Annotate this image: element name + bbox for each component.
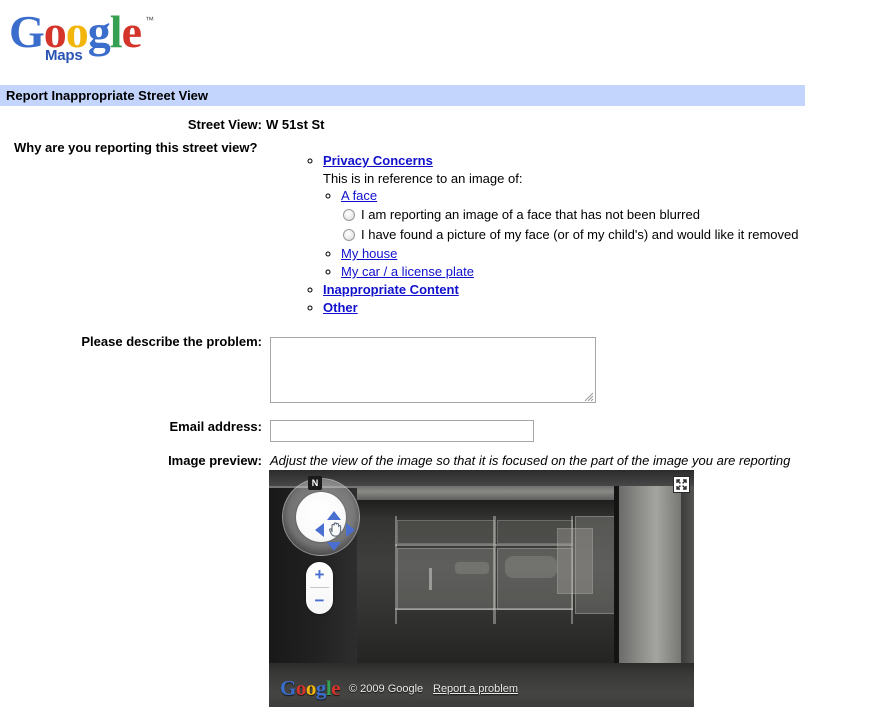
email-address-input[interactable]	[270, 420, 534, 442]
scene-mullion-bottom	[395, 608, 573, 610]
street-view-label: Street View:	[187, 117, 262, 132]
pan-disc[interactable]	[296, 492, 355, 551]
street-view-value: W 51st St	[266, 117, 325, 132]
radio-row-my-face-removal[interactable]: I have found a picture of my face (or of…	[343, 225, 865, 245]
page-title: Report Inappropriate Street View	[6, 88, 209, 103]
image-preview-hint: Adjust the view of the image so that it …	[270, 453, 791, 468]
reason-item-my-car: My car / a license plate	[341, 263, 865, 281]
pan-down-arrow-icon[interactable]	[327, 542, 341, 551]
google-maps-logo: Google ™ Maps	[9, 9, 169, 71]
pan-left-arrow-icon[interactable]	[315, 523, 324, 537]
logo-letter-g1: G	[9, 6, 45, 57]
scene-door-handle	[429, 568, 432, 590]
scene-pillar	[619, 486, 681, 691]
reason-item-inappropriate: Inappropriate Content	[323, 281, 865, 299]
reason-item-other: Other	[323, 299, 865, 317]
scene-glass-transom-1	[397, 520, 495, 544]
reason-link-my-house[interactable]: My house	[341, 246, 397, 261]
page-header-bar: Report Inappropriate Street View	[0, 85, 805, 106]
image-preview-label: Image preview:	[168, 453, 262, 468]
privacy-sub-list: A face I am reporting an image of a face…	[323, 187, 865, 281]
pan-up-arrow-icon[interactable]	[327, 511, 341, 520]
logo-letter-l: l	[109, 6, 123, 57]
reason-list: Privacy Concerns This is in reference to…	[305, 152, 865, 317]
scene-poster	[557, 528, 593, 594]
scene-reflection-car	[505, 556, 557, 578]
copyright-text: © 2009 Google	[349, 683, 424, 695]
logo-letter-g2: g	[87, 6, 111, 57]
fullscreen-button[interactable]	[673, 476, 690, 493]
zoom-control[interactable]: + −	[306, 562, 333, 614]
logo-letter-e: e	[121, 6, 142, 57]
reason-item-privacy: Privacy Concerns This is in reference to…	[323, 152, 865, 281]
reason-link-a-face[interactable]: A face	[341, 188, 377, 203]
reason-item-my-house: My house	[341, 245, 865, 263]
compass-north-icon: N	[308, 476, 322, 490]
viewer-attribution-bar: Google © 2009 Google Report a problem	[269, 678, 694, 702]
reason-link-other[interactable]: Other	[323, 300, 358, 315]
street-view-viewer[interactable]: N + − Google © 2009 Google Report a prob…	[269, 470, 694, 707]
radio-label-face-not-blurred: I am reporting an image of a face that h…	[361, 207, 700, 222]
hand-glyph	[329, 522, 342, 537]
watermark-letter-e: e	[331, 676, 341, 700]
reason-link-my-car-license-plate[interactable]: My car / a license plate	[341, 264, 474, 279]
radio-row-face-not-blurred[interactable]: I am reporting an image of a face that h…	[343, 205, 865, 225]
reason-item-a-face: A face	[341, 187, 865, 205]
reason-link-inappropriate-content[interactable]: Inappropriate Content	[323, 282, 459, 297]
describe-problem-input[interactable]	[270, 337, 596, 403]
scene-glass-door-left	[397, 548, 495, 610]
face-option-row-1: I am reporting an image of a face that h…	[337, 205, 865, 225]
radio-my-face-removal[interactable]	[343, 229, 355, 241]
watermark-letter-o2: o	[305, 676, 317, 700]
email-address-label: Email address:	[169, 419, 263, 434]
trademark-symbol: ™	[145, 15, 154, 25]
zoom-out-button[interactable]: −	[306, 588, 333, 613]
reference-text: This is in reference to an image of:	[323, 171, 523, 186]
watermark-letter-o1: o	[295, 676, 307, 700]
scene-reflection-glare	[455, 562, 489, 574]
google-watermark: Google	[280, 676, 341, 700]
maps-wordmark: Maps	[45, 47, 83, 64]
reason-top-list: Privacy Concerns This is in reference to…	[305, 152, 865, 317]
pan-control[interactable]: N	[282, 476, 360, 556]
watermark-letter-g2: g	[315, 676, 327, 700]
pan-right-arrow-icon[interactable]	[346, 523, 355, 537]
describe-problem-label: Please describe the problem:	[81, 334, 262, 349]
pan-hand-icon[interactable]	[326, 520, 345, 540]
radio-label-my-face-removal: I have found a picture of my face (or of…	[361, 227, 799, 242]
scene-mullion-mid	[395, 544, 573, 546]
radio-face-not-blurred[interactable]	[343, 209, 355, 221]
reporting-question: Why are you reporting this street view?	[14, 140, 258, 155]
expand-icon	[676, 479, 687, 490]
street-view-label-wrap: Street View:	[0, 117, 262, 132]
watermark-letter-g1: G	[280, 676, 296, 700]
face-option-row-2: I have found a picture of my face (or of…	[337, 225, 865, 245]
reason-link-privacy-concerns[interactable]: Privacy Concerns	[323, 153, 433, 168]
zoom-in-button[interactable]: +	[306, 562, 333, 587]
report-a-problem-link[interactable]: Report a problem	[433, 683, 518, 695]
